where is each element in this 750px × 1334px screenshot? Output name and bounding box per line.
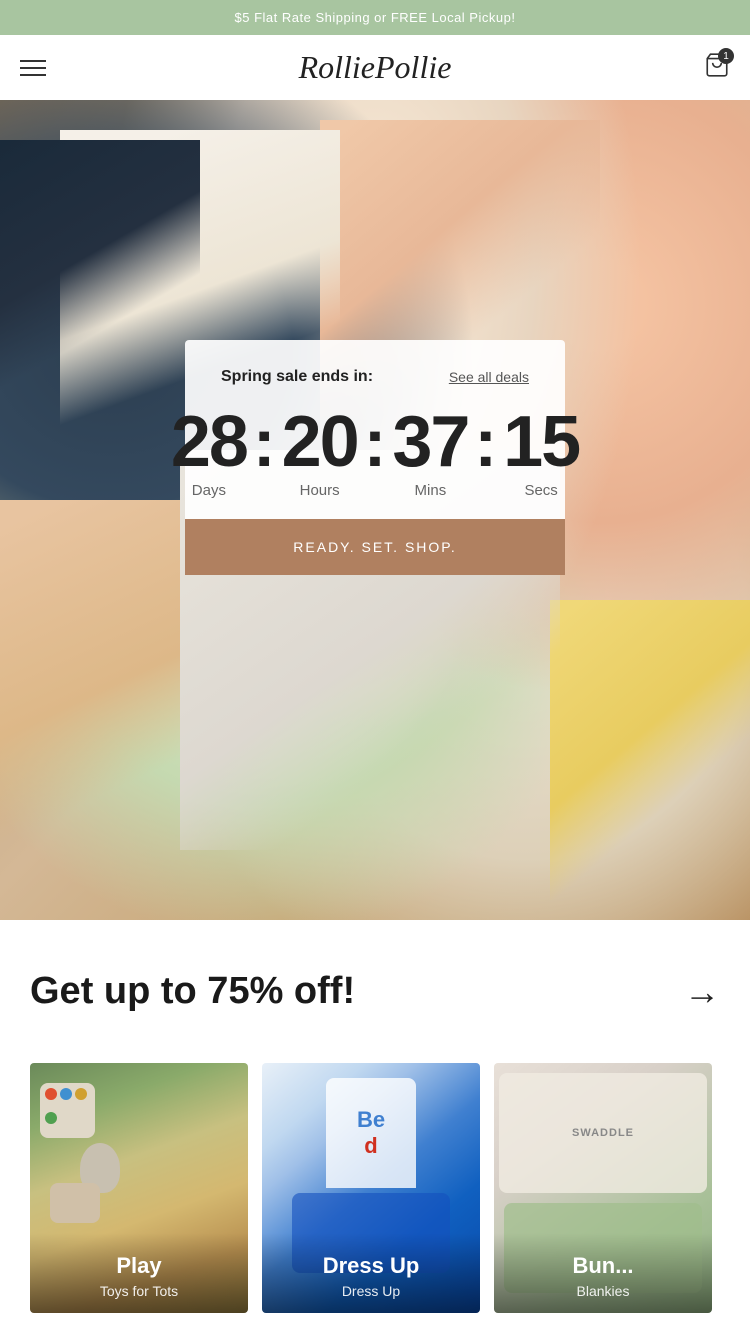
header: RolliePollie 1 [0, 35, 750, 100]
mins-value: 37 [392, 406, 468, 478]
category-play-overlay: Play Toys for Tots [30, 1233, 248, 1313]
category-item-blankies[interactable]: SWADDLE Bun... Blankies [494, 1063, 712, 1313]
category-section: Play Toys for Tots Be d Dress Up Dress U… [0, 1043, 750, 1333]
days-segment: 28 Days [171, 406, 247, 499]
announcement-text: $5 Flat Rate Shipping or FREE Local Pick… [235, 10, 516, 25]
category-blankies-overlay: Bun... Blankies [494, 1233, 712, 1313]
category-blankies-name: Bun... [508, 1253, 698, 1279]
days-label: Days [192, 482, 226, 499]
mins-label: Mins [415, 482, 447, 499]
announcement-bar: $5 Flat Rate Shipping or FREE Local Pick… [0, 0, 750, 35]
mins-segment: 37 Mins [392, 406, 468, 499]
colon-2: : [362, 409, 389, 477]
hero-section: Spring sale ends in: See all deals 28 Da… [0, 100, 750, 920]
see-all-deals-link[interactable]: See all deals [449, 369, 529, 385]
category-dressup-name: Dress Up [276, 1253, 466, 1279]
countdown-header: Spring sale ends in: See all deals [221, 368, 529, 386]
promo-section: Get up to 75% off! → [0, 920, 750, 1043]
colon-1: : [251, 409, 278, 477]
promo-text: Get up to 75% off! [30, 970, 355, 1013]
cart-badge: 1 [718, 48, 734, 64]
logo[interactable]: RolliePollie [50, 49, 700, 86]
category-item-play[interactable]: Play Toys for Tots [30, 1063, 248, 1313]
countdown-title: Spring sale ends in: [221, 368, 373, 386]
category-dressup-sub: Dress Up [276, 1283, 466, 1299]
category-dressup-overlay: Dress Up Dress Up [262, 1233, 480, 1313]
category-blankies-sub: Blankies [508, 1283, 698, 1299]
promo-arrow-button[interactable]: → [684, 971, 720, 1013]
menu-button[interactable] [20, 60, 50, 76]
hours-segment: 20 Hours [282, 406, 358, 499]
secs-label: Secs [524, 482, 557, 499]
secs-value: 15 [503, 406, 579, 478]
category-play-name: Play [44, 1253, 234, 1279]
shop-now-button[interactable]: READY. SET. SHOP. [185, 519, 565, 575]
countdown-card: Spring sale ends in: See all deals 28 Da… [185, 340, 565, 575]
category-play-sub: Toys for Tots [44, 1283, 234, 1299]
hours-value: 20 [282, 406, 358, 478]
colon-3: : [472, 409, 499, 477]
category-grid: Play Toys for Tots Be d Dress Up Dress U… [0, 1063, 750, 1313]
hours-label: Hours [300, 482, 340, 499]
countdown-numbers: 28 Days : 20 Hours : 37 Mins : 15 Secs [221, 406, 529, 499]
days-value: 28 [171, 406, 247, 478]
secs-segment: 15 Secs [503, 406, 579, 499]
cart-button[interactable]: 1 [700, 52, 730, 83]
category-item-dressup[interactable]: Be d Dress Up Dress Up [262, 1063, 480, 1313]
